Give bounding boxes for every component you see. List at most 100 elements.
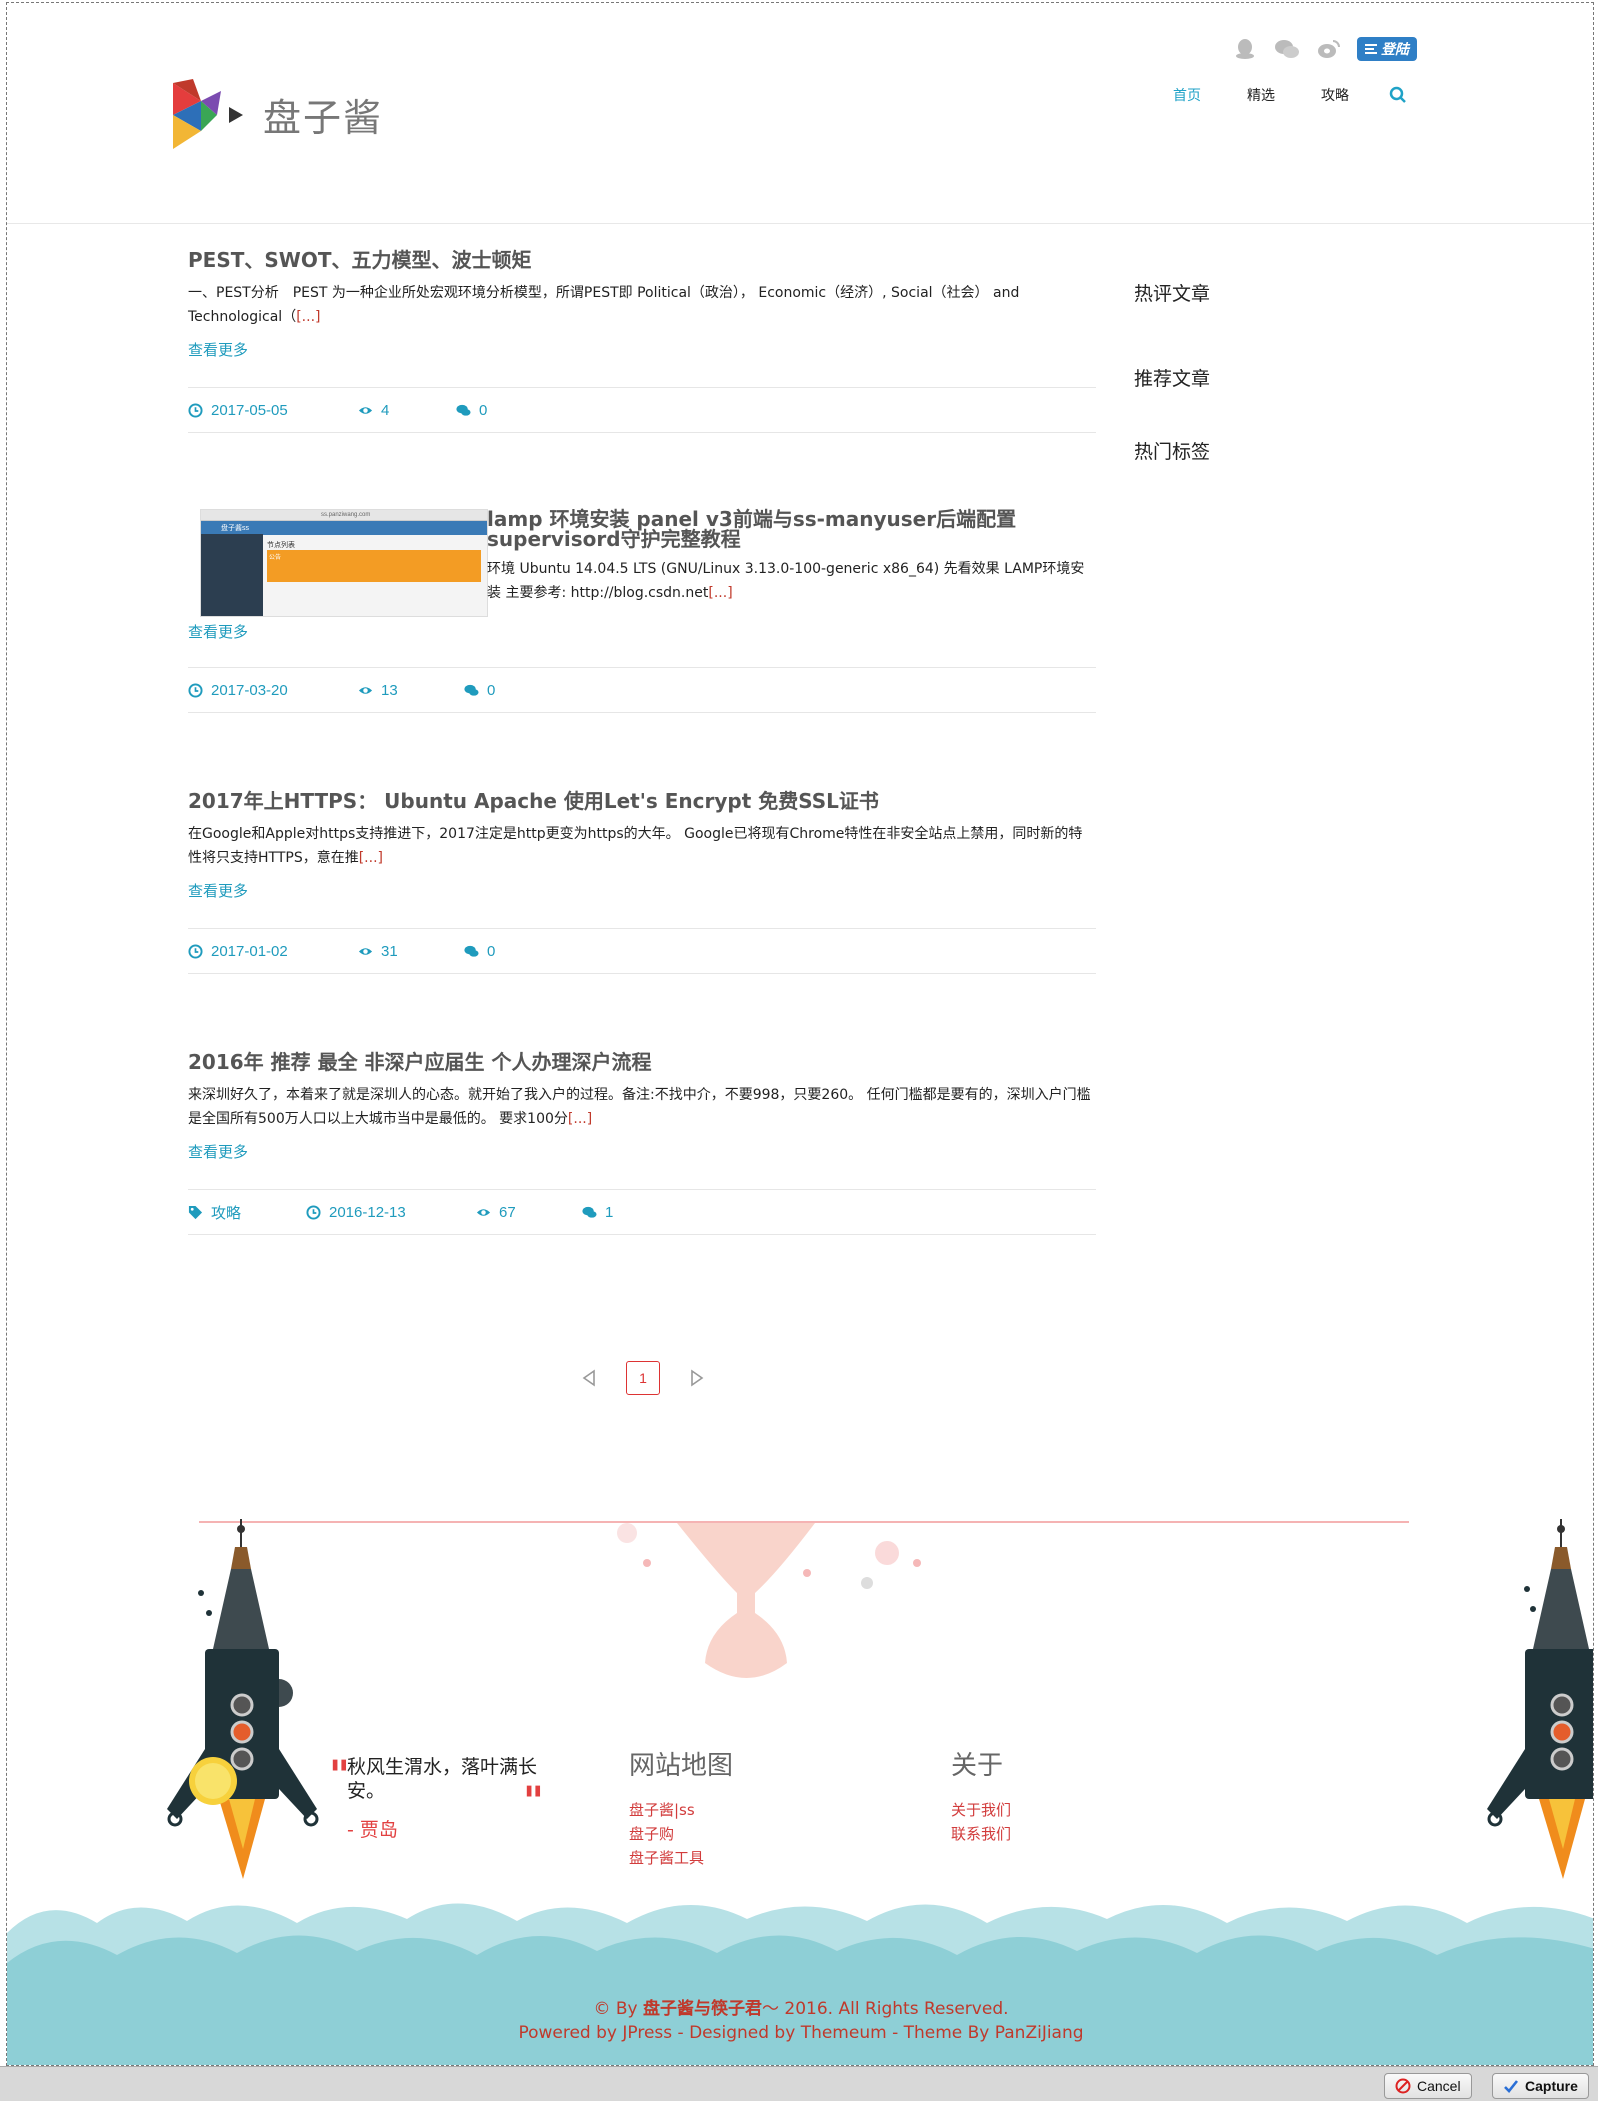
post-excerpt: 一、PEST分析 PEST 为一种企业所处宏观环境分析模型，所谓PEST即 Po…	[188, 281, 1096, 329]
excerpt-more-link[interactable]: [...]	[359, 850, 383, 866]
footer-quote: " 秋风生渭水，落叶满长安。 " - 贾岛	[329, 1755, 549, 1842]
post-thumbnail[interactable]: ss.panziwang.com 盘子酱ss 节点列表 公告	[200, 509, 488, 617]
thumb-browser-bar: ss.panziwang.com	[201, 510, 487, 521]
read-more-link[interactable]: 查看更多	[188, 339, 1096, 360]
post-title[interactable]: 2017年上HTTPS： Ubuntu Apache 使用Let's Encry…	[188, 788, 1096, 814]
post-title[interactable]: lamp 环境安装 panel v3前端与ss-manyuser后端配置supe…	[487, 509, 1097, 549]
tag-icon	[188, 1205, 203, 1219]
post-comments[interactable]: 0	[464, 943, 495, 960]
quote-text: 秋风生渭水，落叶满长安。	[347, 1756, 538, 1802]
sidebar-hot-tags-title: 热门标签	[1134, 441, 1211, 463]
header-divider	[7, 223, 1593, 224]
post-views-count: 67	[499, 1203, 516, 1221]
post-meta: 2017-03-20 13 0	[188, 667, 1096, 713]
post-comments-count: 0	[487, 942, 496, 960]
post-excerpt: 环境 Ubuntu 14.04.5 LTS (GNU/Linux 3.13.0-…	[487, 557, 1097, 605]
about-link-about-us[interactable]: 关于我们	[951, 1798, 1011, 1822]
post-date: 2017-03-20	[188, 682, 358, 699]
capture-toolbar: Cancel Capture	[0, 2066, 1598, 2101]
thumb-notice: 公告	[269, 555, 282, 561]
read-more-link[interactable]: 查看更多	[188, 880, 1096, 901]
rocket-left-illustration	[167, 1519, 319, 1879]
nav-item-home[interactable]: 首页	[1173, 85, 1201, 105]
post-title[interactable]: 2016年 推荐 最全 非深户应届生 个人办理深户流程	[188, 1049, 1096, 1075]
post-excerpt-text: 环境 Ubuntu 14.04.5 LTS (GNU/Linux 3.13.0-…	[487, 561, 1085, 601]
excerpt-more-link[interactable]: [...]	[708, 585, 732, 601]
post-body: lamp 环境安装 panel v3前端与ss-manyuser后端配置supe…	[487, 509, 1097, 605]
capture-button[interactable]: Capture	[1492, 2073, 1589, 2099]
clock-icon	[188, 943, 203, 959]
post-date-text: 2017-03-20	[211, 681, 288, 699]
comments-icon	[464, 684, 479, 696]
weibo-icon[interactable]	[1315, 38, 1343, 60]
cancel-icon	[1395, 2078, 1411, 2094]
clock-icon	[306, 1204, 321, 1220]
post-meta: 攻略 2016-12-13 67 1	[188, 1189, 1096, 1235]
eye-icon	[476, 1208, 491, 1216]
sitemap-link-tools[interactable]: 盘子酱工具	[629, 1846, 733, 1870]
menu-icon	[1365, 44, 1377, 54]
quote-close-mark: "	[523, 1778, 544, 1825]
clock-icon	[188, 402, 203, 418]
social-links: 登陆	[1231, 37, 1417, 61]
post-excerpt-text: 在Google和Apple对https支持推进下，2017注定是http更变为h…	[188, 826, 1083, 866]
footer-sitemap: 网站地图 盘子酱|ss 盘子购 盘子酱工具	[629, 1745, 733, 1870]
capture-label: Capture	[1525, 2078, 1578, 2094]
site-name[interactable]: 盘子酱	[263, 87, 383, 142]
quote-author: - 贾岛	[347, 1819, 398, 1841]
nav-item-featured[interactable]: 精选	[1247, 85, 1275, 105]
post-card: 2016年 推荐 最全 非深户应届生 个人办理深户流程 来深圳好久了，本着来了就…	[188, 1049, 1096, 1235]
rocket-right-illustration	[1487, 1519, 1593, 1879]
post-views: 31	[358, 943, 464, 960]
copyright-suffix: ～ 2016. All Rights Reserved.	[762, 1999, 1009, 2019]
excerpt-more-link[interactable]: [...]	[568, 1111, 592, 1127]
comments-icon	[464, 945, 479, 957]
read-more-link[interactable]: 查看更多	[188, 1141, 1096, 1162]
next-page-icon[interactable]	[686, 1368, 706, 1388]
post-views-count: 31	[381, 942, 398, 960]
post-excerpt: 在Google和Apple对https支持推进下，2017注定是http更变为h…	[188, 822, 1096, 870]
sidebar-hot-comments-title: 热评文章	[1134, 283, 1211, 305]
copyright-owner[interactable]: 盘子酱与筷子君	[643, 1999, 762, 2019]
post-category[interactable]: 攻略	[188, 1202, 306, 1223]
post-title[interactable]: PEST、SWOT、五力模型、波士顿矩	[188, 247, 1096, 273]
post-date-text: 2017-01-02	[211, 942, 288, 960]
post-views: 4	[358, 402, 456, 419]
quote-open-mark: "	[329, 1752, 350, 1799]
main-nav: 首页 精选 攻略	[1127, 85, 1407, 105]
wechat-icon[interactable]	[1273, 38, 1301, 60]
sitemap-link-shop[interactable]: 盘子购	[629, 1822, 733, 1846]
login-button[interactable]: 登陆	[1357, 37, 1417, 61]
post-comments[interactable]: 0	[456, 402, 487, 419]
browser-capture-frame: 盘子酱 登陆 首页 精选 攻略 PEST、SWOT、五力模型、波士顿矩 一、PE…	[6, 2, 1594, 2066]
post-excerpt: 来深圳好久了，本着来了就是深圳人的心态。就开始了我入户的过程。备注:不找中介，不…	[188, 1083, 1096, 1131]
site-logo[interactable]	[171, 79, 249, 151]
comments-icon	[582, 1206, 597, 1218]
post-date: 2016-12-13	[306, 1204, 476, 1221]
post-comments-count: 1	[605, 1203, 614, 1221]
post-date: 2017-01-02	[188, 943, 358, 960]
post-card: PEST、SWOT、五力模型、波士顿矩 一、PEST分析 PEST 为一种企业所…	[188, 247, 1096, 433]
nav-item-guides[interactable]: 攻略	[1321, 85, 1349, 105]
post-comments[interactable]: 1	[582, 1204, 613, 1221]
clock-icon	[188, 682, 203, 698]
hourglass-decoration	[617, 1523, 921, 1678]
post-views: 13	[358, 682, 464, 699]
read-more-link[interactable]: 查看更多	[188, 621, 248, 642]
comments-icon	[456, 404, 471, 416]
search-icon[interactable]	[1389, 86, 1407, 104]
post-date-text: 2017-05-05	[211, 401, 288, 419]
cancel-button[interactable]: Cancel	[1384, 2073, 1472, 2099]
post-comments-count: 0	[487, 681, 496, 699]
cancel-label: Cancel	[1417, 2078, 1461, 2094]
thumb-section: 节点列表	[267, 542, 295, 549]
sidebar-recommended-title: 推荐文章	[1134, 368, 1211, 390]
post-comments[interactable]: 0	[464, 682, 495, 699]
page-number-current[interactable]: 1	[626, 1361, 660, 1395]
prev-page-icon[interactable]	[580, 1368, 600, 1388]
post-meta: 2017-05-05 4 0	[188, 387, 1096, 433]
excerpt-more-link[interactable]: [...]	[296, 309, 320, 325]
qq-icon[interactable]	[1231, 38, 1259, 60]
about-link-contact[interactable]: 联系我们	[951, 1822, 1011, 1846]
sitemap-link-ss[interactable]: 盘子酱|ss	[629, 1798, 733, 1822]
